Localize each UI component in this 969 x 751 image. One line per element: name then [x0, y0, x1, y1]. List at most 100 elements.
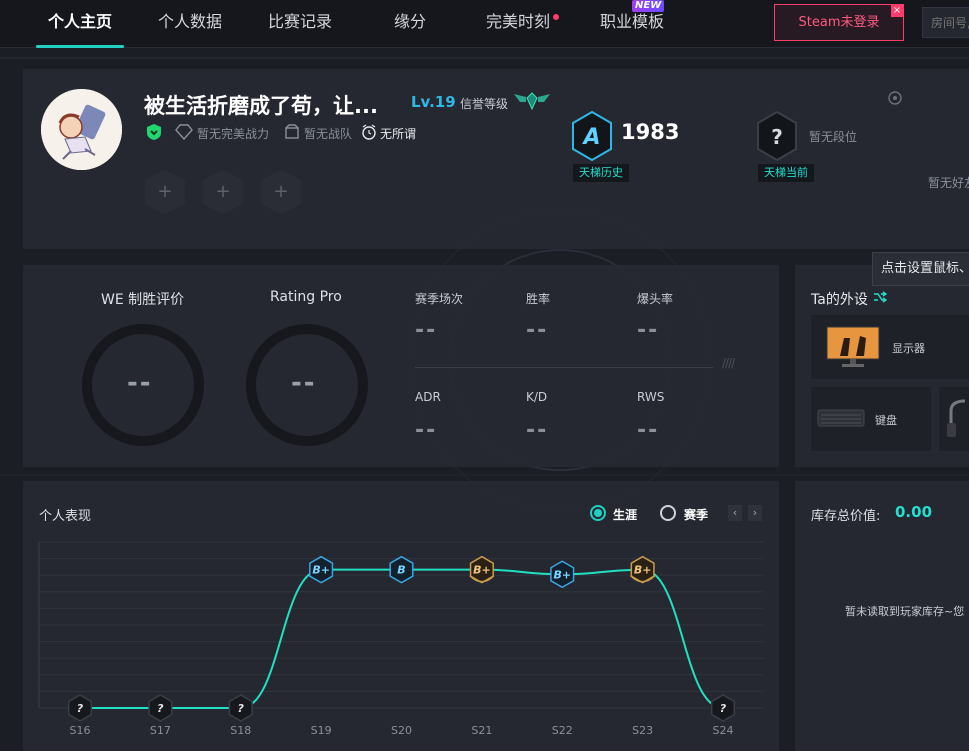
we-rating-value: -- [127, 368, 153, 398]
inventory-title: 库存总价值: [811, 509, 881, 524]
season-radio-label[interactable]: 赛季 [684, 506, 708, 523]
steam-login-label: Steam未登录 [798, 15, 880, 30]
win-rate-value: -- [526, 318, 549, 343]
top-navigation: 个人主页 个人数据 比赛记录 缘分 完美时刻 职业模板 NEW Steam未登录… [0, 0, 969, 48]
rank-label: ? [720, 702, 727, 715]
credit-wings-icon[interactable] [512, 90, 552, 112]
room-number-input[interactable] [922, 7, 969, 38]
username: 被生活折磨成了苟，让... [144, 94, 378, 118]
rank-point-s16: ? [67, 694, 93, 722]
no-friends-text: 暂无好友 [928, 176, 969, 190]
steam-login-button[interactable]: Steam未登录 × [774, 4, 904, 41]
mood-text: 无所谓 [380, 127, 417, 141]
rank-point-s23: B+ [630, 555, 656, 584]
rank-point-s18: ? [228, 694, 253, 722]
tab-personal-data[interactable]: 个人数据 [150, 0, 230, 48]
rws-value: -- [637, 418, 660, 443]
equipment-tooltip: 点击设置鼠标、 [872, 252, 969, 286]
kd-value: -- [526, 418, 549, 443]
badge-slot-1[interactable]: + [142, 168, 188, 216]
rank-point-s21: B+ [469, 555, 495, 584]
diamond-icon [175, 124, 193, 140]
new-badge: NEW [632, 0, 665, 12]
power-text: 暂无完美战力 [197, 127, 270, 141]
no-rank-text: 暂无段位 [809, 130, 858, 144]
tab-homepage[interactable]: 个人主页 [36, 0, 124, 48]
rank-label: B+ [634, 564, 652, 577]
monitor-card[interactable]: 显示器 [811, 315, 969, 379]
shuffle-icon[interactable] [873, 291, 887, 303]
headshot-rate-value: -- [637, 318, 660, 343]
season-radio[interactable] [660, 505, 676, 521]
x-tick-s22: S22 [552, 724, 573, 737]
tab-fate[interactable]: 缘分 [385, 0, 435, 48]
x-tick-s20: S20 [391, 724, 412, 737]
slot-plus-3: + [273, 181, 288, 202]
x-tick-s24: S24 [713, 724, 734, 737]
rank-label: B+ [553, 568, 571, 581]
matches-label: 赛季场次 [415, 292, 464, 306]
badge-slot-2[interactable]: + [200, 168, 246, 216]
performance-title: 个人表现 [39, 509, 92, 524]
rating-pro-value: -- [291, 368, 317, 398]
equipment-title: Ta的外设 [811, 292, 868, 308]
keyboard-card[interactable]: 键盘 [811, 387, 931, 451]
rank-label: ? [238, 702, 245, 715]
kd-label: K/D [526, 390, 548, 404]
monitor-label: 显示器 [892, 342, 925, 355]
rank-point-s17: ? [148, 694, 173, 722]
prev-page-button[interactable]: ‹ [728, 505, 742, 521]
rws-label: RWS [637, 390, 665, 404]
level-text: Lv.19 [411, 93, 456, 111]
performance-chart: ?? ? B+ B B+ B+ B+? S16 S17 S18 S19 S20 S21 S22 S23 S2… [38, 541, 763, 737]
stats-divider [415, 367, 713, 368]
chart-marks: ?? ? B+ B B+ B+ B+? [67, 555, 736, 722]
adr-label: ADR [415, 390, 441, 404]
adr-value: -- [415, 418, 438, 443]
rank-label: ? [77, 702, 84, 715]
keyboard-icon [817, 409, 865, 427]
ladder-history-rank-icon[interactable]: A [570, 110, 614, 162]
ladder-current-rank-mark: ? [771, 125, 783, 149]
ladder-current-rank-icon[interactable]: ? [755, 110, 799, 162]
x-tick-s16: S16 [70, 724, 91, 737]
we-rating-label: WE 制胜评价 [101, 292, 185, 308]
ladder-history-rank-letter: A [581, 125, 600, 150]
team-icon [285, 124, 299, 139]
slot-plus-2: + [215, 181, 230, 202]
slot-plus-1: + [157, 181, 172, 202]
shield-icon [147, 124, 161, 140]
rank-point-s20: B [389, 555, 414, 584]
close-icon[interactable]: × [891, 5, 903, 17]
active-tab-indicator [36, 45, 124, 48]
keyboard-label: 键盘 [875, 414, 897, 427]
career-radio-label[interactable]: 生涯 [613, 506, 637, 523]
career-radio[interactable] [590, 505, 606, 521]
tab-match-history[interactable]: 比赛记录 [260, 0, 340, 48]
headset-card[interactable] [939, 387, 969, 451]
x-axis-ticks: S16 S17 S18 S19 S20 S21 S22 S23 S24 [70, 724, 734, 737]
rank-label: B [397, 564, 405, 577]
team-text: 暂无战队 [304, 127, 353, 141]
tab-perfect-moments[interactable]: 完美时刻 [478, 0, 558, 48]
x-tick-s18: S18 [230, 724, 251, 737]
ladder-history-label: 天梯历史 [573, 164, 629, 182]
alarm-clock-icon [362, 124, 376, 140]
ladder-current-label: 天梯当前 [758, 164, 814, 182]
avatar[interactable] [41, 89, 122, 170]
matches-value: -- [415, 318, 438, 343]
x-tick-s23: S23 [632, 724, 653, 737]
badge-slot-3[interactable]: + [258, 168, 304, 216]
headset-icon [947, 399, 966, 437]
rating-pro-label: Rating Pro [270, 289, 342, 305]
x-tick-s19: S19 [311, 724, 332, 737]
rank-point-s19: B+ [309, 555, 334, 584]
notification-dot [553, 14, 559, 20]
monitor-icon [826, 326, 880, 367]
win-rate-label: 胜率 [526, 292, 551, 306]
settings-icon[interactable] [887, 90, 903, 106]
rank-point-s24: ? [710, 694, 736, 722]
rank-label: ? [157, 702, 164, 715]
next-page-button[interactable]: › [748, 505, 762, 521]
x-tick-s21: S21 [471, 724, 492, 737]
